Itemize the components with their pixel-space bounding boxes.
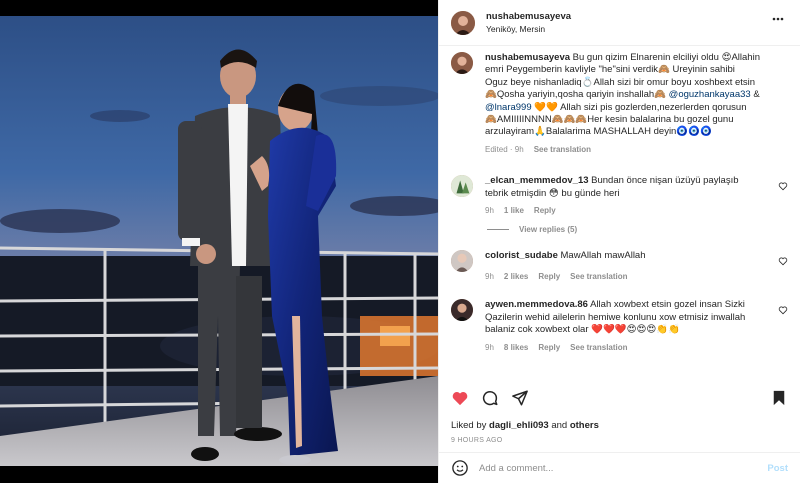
comment-like-icon[interactable] bbox=[778, 256, 788, 266]
caption-see-translation[interactable]: See translation bbox=[534, 144, 591, 156]
caption-line-7: arzulayiram🙏Balalarima MASHALLAH deyin🧿🧿… bbox=[485, 126, 712, 138]
caption-username[interactable]: nushabemusayeva bbox=[485, 52, 570, 63]
bookmark-icon[interactable] bbox=[770, 389, 788, 407]
post-location[interactable]: Yeniköy, Mersin bbox=[486, 23, 571, 36]
liked-by-user[interactable]: dagli_ehli093 bbox=[489, 420, 549, 431]
caption-line-5: Allah sizi pis gozlerden,nezerlerden qor… bbox=[560, 101, 747, 113]
mention-link[interactable]: @lnara999 bbox=[485, 102, 532, 113]
reply-button[interactable]: Reply bbox=[538, 271, 560, 283]
comment-see-translation[interactable]: See translation bbox=[570, 342, 627, 354]
caption-line-2: emri Peygemberin kavliyle "he"sini verdi… bbox=[485, 64, 735, 76]
comment-like-icon[interactable] bbox=[778, 305, 788, 315]
post-timestamp[interactable]: 9 HOURS AGO bbox=[451, 437, 503, 444]
comment-text: MawAllah mawAllah bbox=[560, 250, 646, 262]
action-bar bbox=[451, 386, 788, 410]
caption-line-3: Oguz beye nishanladiq💍Allah sizi bir omu… bbox=[485, 76, 756, 88]
post-photo[interactable] bbox=[0, 16, 438, 466]
comment-item: _elcan_memmedov_13 Bundan önce nişan üzü… bbox=[451, 175, 788, 217]
comment-avatar[interactable] bbox=[451, 175, 473, 198]
comment-item: aywen.memmedova.86 Allah xowbext etsin g… bbox=[451, 299, 788, 354]
reply-button[interactable]: Reply bbox=[534, 205, 556, 217]
caption-line-1: Bu gun qizim Elnarenin elciliyi oldu 😍Al… bbox=[572, 52, 760, 63]
comment-likes[interactable]: 1 like bbox=[504, 205, 524, 217]
mention-link[interactable]: @oguzhankayaa33 bbox=[669, 89, 751, 100]
photo-pane bbox=[0, 0, 438, 483]
post-comment-button[interactable]: Post bbox=[767, 463, 788, 474]
comment-username[interactable]: aywen.memmedova.86 bbox=[485, 299, 588, 310]
comment-username[interactable]: _elcan_memmedov_13 bbox=[485, 175, 589, 186]
heart-icon[interactable] bbox=[451, 389, 469, 407]
comment-likes[interactable]: 8 likes bbox=[504, 342, 528, 354]
comments-list: nushabemusayeva Bu gun qizim Elnarenin e… bbox=[439, 52, 800, 376]
comment-like-icon[interactable] bbox=[778, 181, 788, 191]
comment-likes[interactable]: 2 likes bbox=[504, 271, 528, 283]
post-header: nushabemusayeva Yeniköy, Mersin bbox=[439, 0, 800, 46]
comment-text: Allah xowbext etsin gozel insan Sizki bbox=[590, 299, 745, 311]
add-comment-bar: Post bbox=[439, 452, 800, 483]
comment-text: balaniz cok xowbext olar ❤️❤️❤️😍😍😍👏👏 bbox=[485, 324, 680, 336]
comment-time: 9h bbox=[485, 206, 494, 216]
view-replies-button[interactable]: View replies (5) bbox=[487, 225, 788, 234]
caption-edited: Edited · 9h bbox=[485, 144, 524, 154]
comment-avatar[interactable] bbox=[451, 299, 473, 322]
caption-ampersand: & bbox=[753, 89, 760, 101]
comment-text: Bundan önce nişan üzüyü paylaşıb bbox=[591, 175, 739, 187]
liked-by: Liked by dagli_ehli093 and others bbox=[451, 420, 599, 431]
emoji-icon[interactable] bbox=[451, 459, 469, 477]
comment-time: 9h bbox=[485, 342, 494, 352]
caption-line-4: 🙈Qosha yariyin,qosha qariyin inshallah🙈 bbox=[485, 89, 667, 101]
liked-by-others[interactable]: others bbox=[570, 420, 599, 431]
comment-item: colorist_sudabe MawAllah mawAllah 9h 2 l… bbox=[451, 250, 788, 283]
reply-button[interactable]: Reply bbox=[538, 342, 560, 354]
caption-avatar[interactable] bbox=[451, 52, 473, 74]
comment-text: Qazilerin wehid ailelerin hemiwe konlunu… bbox=[485, 311, 746, 323]
comment-input[interactable] bbox=[479, 462, 768, 474]
comment-time: 9h bbox=[485, 271, 494, 281]
caption-line-6: 🙈AMIIIIINNNN🙈🙈🙈Her kesin balalarina bu g… bbox=[485, 114, 734, 126]
share-icon[interactable] bbox=[511, 389, 529, 407]
comment-see-translation[interactable]: See translation bbox=[570, 271, 627, 283]
author-username[interactable]: nushabemusayeva bbox=[486, 10, 571, 23]
comment-icon[interactable] bbox=[481, 389, 499, 407]
caption-hearts: 🧡🧡 bbox=[534, 101, 558, 113]
comment-username[interactable]: colorist_sudabe bbox=[485, 250, 558, 261]
comment-avatar[interactable] bbox=[451, 250, 473, 273]
view-replies-line bbox=[487, 229, 509, 231]
author-avatar[interactable] bbox=[451, 10, 475, 35]
post-caption: nushabemusayeva Bu gun qizim Elnarenin e… bbox=[451, 52, 788, 156]
view-replies-label[interactable]: View replies (5) bbox=[519, 225, 577, 234]
post-side-panel: nushabemusayeva Yeniköy, Mersin nushabem… bbox=[438, 0, 800, 483]
comment-text: tebrik etmişdin 😳 bu günde heri bbox=[485, 187, 620, 199]
liked-by-and: and bbox=[551, 420, 568, 431]
liked-by-prefix: Liked by bbox=[451, 420, 487, 431]
more-icon[interactable] bbox=[772, 17, 784, 21]
